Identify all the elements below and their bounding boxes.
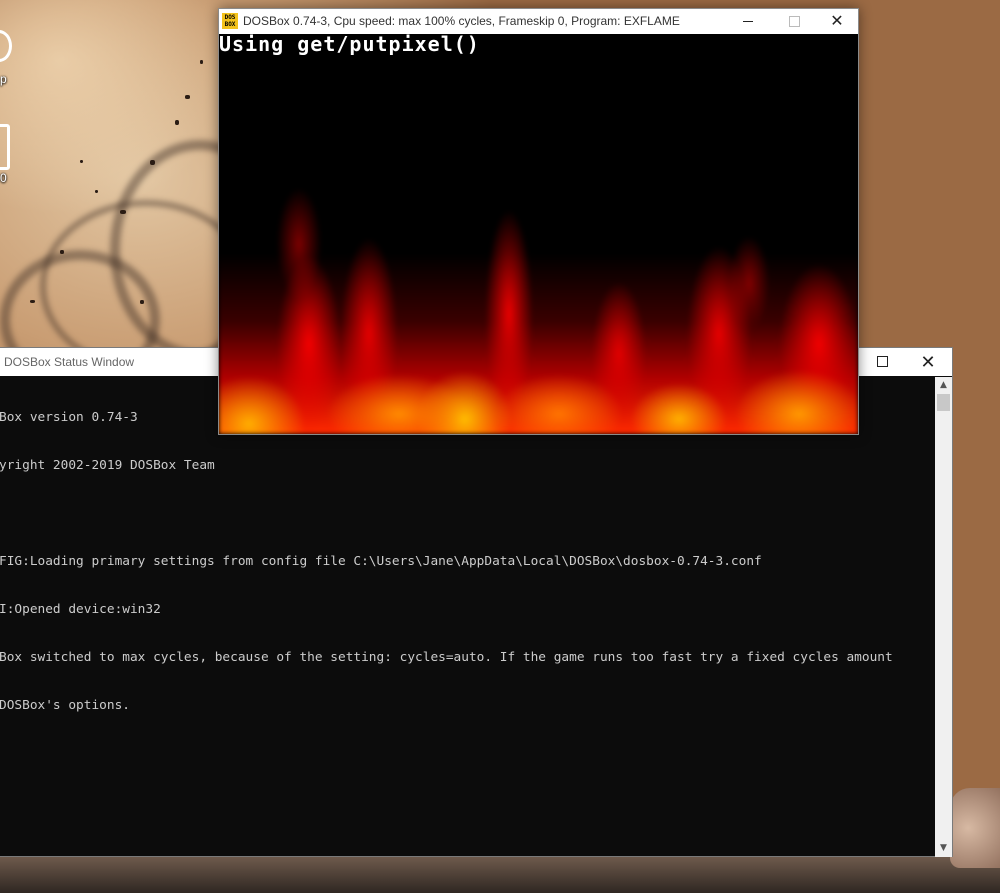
wallpaper-table-edge bbox=[0, 857, 1000, 893]
console-line: FIG:Loading primary settings from config… bbox=[0, 554, 762, 569]
maximize-icon bbox=[877, 356, 888, 367]
particle bbox=[185, 95, 190, 99]
particle bbox=[60, 250, 64, 254]
dosbox-titlebar[interactable]: DOS BOX DOSBox 0.74-3, Cpu speed: max 10… bbox=[219, 9, 858, 34]
scroll-up-arrow-icon[interactable]: ▲ bbox=[935, 377, 952, 394]
desktop-app-icon[interactable] bbox=[0, 30, 12, 62]
dosbox-window-title: DOSBox 0.74-3, Cpu speed: max 100% cycle… bbox=[243, 14, 680, 28]
desktop-file-icon[interactable] bbox=[0, 124, 10, 170]
status-window-title: DOSBox Status Window bbox=[4, 355, 135, 369]
particle bbox=[80, 160, 83, 163]
desktop-icon-label: 0 bbox=[0, 171, 7, 185]
dosbox-emulator-window[interactable]: DOS BOX DOSBox 0.74-3, Cpu speed: max 10… bbox=[218, 8, 859, 435]
flame-effect bbox=[219, 34, 858, 434]
scrollbar-thumb[interactable] bbox=[937, 394, 950, 411]
particle bbox=[30, 300, 35, 303]
console-line: Box switched to max cycles, because of t… bbox=[0, 650, 893, 665]
close-button[interactable]: ✕ bbox=[913, 348, 943, 376]
minimize-button[interactable] bbox=[725, 9, 769, 34]
particle bbox=[95, 190, 98, 193]
wallpaper-hand bbox=[950, 788, 1000, 868]
dos-emulator-screen[interactable]: Using get/putpixel() bbox=[219, 34, 858, 434]
maximize-icon bbox=[789, 16, 800, 27]
dosbox-logo-icon: DOS BOX bbox=[222, 13, 238, 29]
maximize-button[interactable] bbox=[771, 9, 815, 34]
close-button[interactable]: ✕ bbox=[815, 9, 859, 34]
particle bbox=[175, 120, 179, 125]
console-line: yright 2002-2019 DOSBox Team bbox=[0, 458, 215, 473]
console-line: I:Opened device:win32 bbox=[0, 602, 161, 617]
particle bbox=[150, 160, 155, 165]
particle bbox=[120, 210, 126, 214]
vertical-scrollbar[interactable]: ▲ ▼ bbox=[935, 377, 952, 857]
particle bbox=[140, 300, 144, 304]
minimize-icon bbox=[743, 21, 753, 22]
console-line: DOSBox's options. bbox=[0, 698, 130, 713]
maximize-button[interactable] bbox=[867, 348, 897, 376]
desktop-icon-label: p bbox=[0, 72, 7, 86]
particle bbox=[200, 60, 203, 64]
console-output[interactable]: Box version 0.74-3 yright 2002-2019 DOSB… bbox=[0, 377, 933, 856]
scroll-down-arrow-icon[interactable]: ▼ bbox=[935, 840, 952, 857]
screen-caption: Using get/putpixel() bbox=[219, 34, 480, 56]
